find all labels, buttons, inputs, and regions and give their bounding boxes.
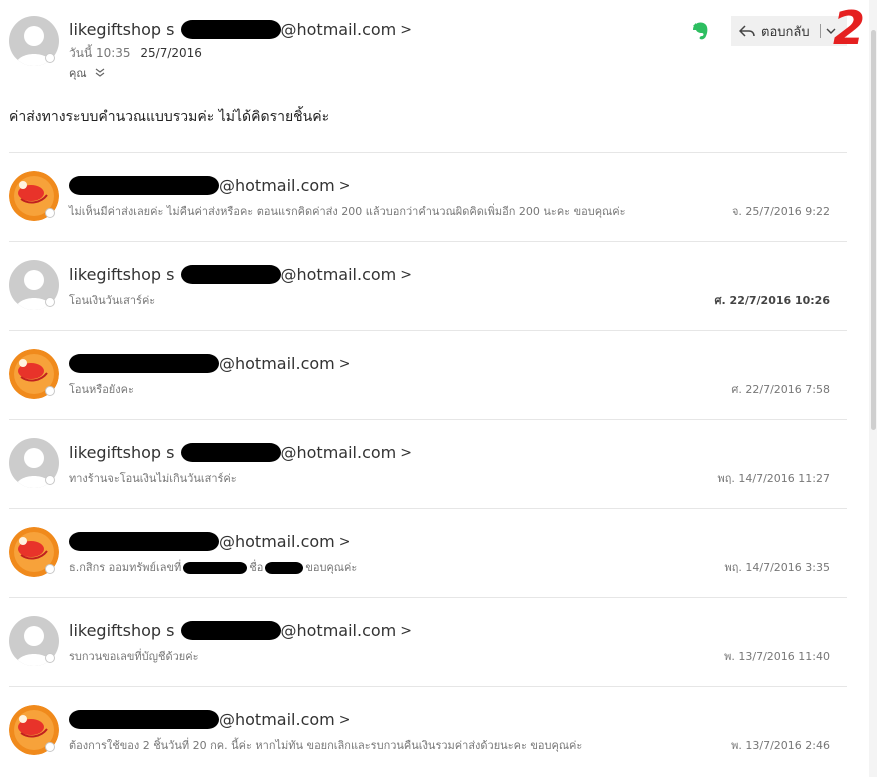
to-label: คุณ [69, 67, 87, 80]
sender-email-domain: @hotmail.com [280, 265, 397, 284]
presence-indicator [45, 742, 55, 752]
sender-email-domain: @hotmail.com [280, 621, 397, 640]
redaction-mark [180, 20, 281, 39]
thread-message-row[interactable]: @hotmail.com > ธ.กสิกร ออมทรัพย์เลขที่ ชื่อ… [0, 508, 860, 597]
redaction-mark [183, 562, 248, 574]
chevron-right-icon: > [400, 266, 412, 283]
message-sender[interactable]: likegiftshop s @hotmail.com > [69, 621, 412, 640]
presence-indicator [45, 53, 55, 63]
message-snippet: ทางร้านจะโอนเงินไม่เกินวันเสาร์ค่ะ [69, 472, 237, 485]
presence-indicator [45, 653, 55, 663]
message-date: พ. 13/7/2016 11:40 [724, 650, 830, 663]
message-sender[interactable]: @hotmail.com > [69, 532, 350, 551]
sender-name: likegiftshop s [69, 621, 175, 640]
header-sender[interactable]: likegiftshop s @hotmail.com > [69, 20, 412, 39]
message-body: ค่าส่งทางระบบคำนวณแบบรวมค่ะ ไม่ได้คิดราย… [9, 109, 330, 125]
message-snippet: โอนเงินวันเสาร์ค่ะ [69, 294, 156, 307]
redaction-mark [180, 621, 281, 640]
sender-email-domain: @hotmail.com [219, 532, 335, 551]
message-date: พฤ. 14/7/2016 3:35 [724, 561, 830, 574]
redaction-mark [265, 562, 304, 574]
chevron-right-icon: > [400, 21, 412, 38]
redaction-mark [69, 532, 219, 551]
sender-email-domain: @hotmail.com [280, 443, 397, 462]
double-chevron-down-icon [95, 68, 104, 77]
redaction-mark [69, 354, 219, 373]
evernote-icon[interactable] [692, 21, 710, 41]
sender-name: likegiftshop s [69, 20, 175, 39]
thread-message-row[interactable]: likegiftshop s @hotmail.com > ทางร้านจะโอนเ… [0, 419, 860, 508]
header-date-line: วันนี้ 10:35 25/7/2016 [69, 44, 202, 63]
presence-indicator [45, 564, 55, 574]
snippet-text: ชื่อ [249, 561, 264, 574]
sender-email-domain: @hotmail.com [219, 710, 335, 729]
thread-message-row[interactable]: @hotmail.com > โอนหรือยังคะ ศ. 22/7/2016 7:… [0, 330, 860, 419]
message-snippet: ไม่เห็นมีค่าส่งเลยค่ะ ไม่คืนค่าส่งหรือคะ… [69, 205, 626, 218]
presence-indicator [45, 208, 55, 218]
thread-message-row[interactable]: @hotmail.com > ไม่เห็นมีค่าส่งเลยค่ะ ไม่คื… [0, 152, 860, 241]
presence-indicator [45, 475, 55, 485]
message-date: ศ. 22/7/2016 7:58 [731, 383, 830, 396]
recipients-toggle[interactable]: คุณ [69, 64, 105, 82]
chevron-right-icon: > [338, 533, 351, 550]
thread-message-row[interactable]: likegiftshop s @hotmail.com > รบกวนขอเลขที่… [0, 597, 860, 686]
chevron-right-icon: > [338, 355, 351, 372]
presence-indicator [45, 297, 55, 307]
presence-indicator [45, 386, 55, 396]
redaction-mark [69, 176, 219, 195]
sender-name: likegiftshop s [69, 443, 175, 462]
reply-icon [739, 25, 755, 37]
thread-message-row[interactable]: likegiftshop s @hotmail.com > โอนเงินวันเสา… [0, 241, 860, 330]
message-snippet: ต้องการใช้ของ 2 ชิ้นวันที่ 20 กค. นี้ค่ะ… [69, 739, 583, 752]
annotation-number: 2 [833, 1, 866, 55]
chevron-right-icon: > [338, 177, 351, 194]
sender-email-domain: @hotmail.com [219, 176, 335, 195]
snippet-text: ขอบคุณค่ะ [305, 561, 358, 574]
message-sender[interactable]: likegiftshop s @hotmail.com > [69, 265, 412, 284]
message-sender[interactable]: @hotmail.com > [69, 176, 350, 195]
redaction-mark [180, 443, 281, 462]
header-date: 25/7/2016 [140, 46, 202, 60]
chevron-right-icon: > [400, 622, 412, 639]
date-prefix: วันนี้ 10:35 [69, 46, 131, 60]
redaction-mark [69, 710, 219, 729]
message-snippet: โอนหรือยังคะ [69, 383, 134, 396]
message-snippet: ธ.กสิกร ออมทรัพย์เลขที่ ชื่อ ขอบคุณค่ะ [69, 558, 357, 576]
sender-name: likegiftshop s [69, 265, 175, 284]
thread-message-row[interactable]: @hotmail.com > ต้องการใช้ของ 2 ชิ้นวันที่ … [0, 686, 860, 775]
reply-label: ตอบกลับ [761, 24, 810, 40]
message-date: พ. 13/7/2016 2:46 [731, 739, 830, 752]
chevron-right-icon: > [338, 711, 351, 728]
sender-email-domain: @hotmail.com [219, 354, 335, 373]
scrollbar[interactable] [869, 0, 877, 777]
message-date: ศ. 22/7/2016 10:26 [714, 294, 830, 307]
button-separator [819, 24, 821, 38]
message-snippet: รบกวนขอเลขที่บัญชีด้วยค่ะ [69, 650, 199, 663]
message-date: จ. 25/7/2016 9:22 [731, 205, 830, 218]
sender-email-domain: @hotmail.com [280, 20, 397, 39]
message-sender[interactable]: @hotmail.com > [69, 354, 350, 373]
message-sender[interactable]: @hotmail.com > [69, 710, 350, 729]
message-date: พฤ. 14/7/2016 11:27 [717, 472, 830, 485]
scrollbar-thumb[interactable] [871, 30, 876, 430]
chevron-right-icon: > [400, 444, 412, 461]
message-sender[interactable]: likegiftshop s @hotmail.com > [69, 443, 412, 462]
reply-button[interactable]: ตอบกลับ [731, 16, 847, 46]
snippet-text: ธ.กสิกร ออมทรัพย์เลขที่ [69, 561, 182, 574]
redaction-mark [180, 265, 281, 284]
